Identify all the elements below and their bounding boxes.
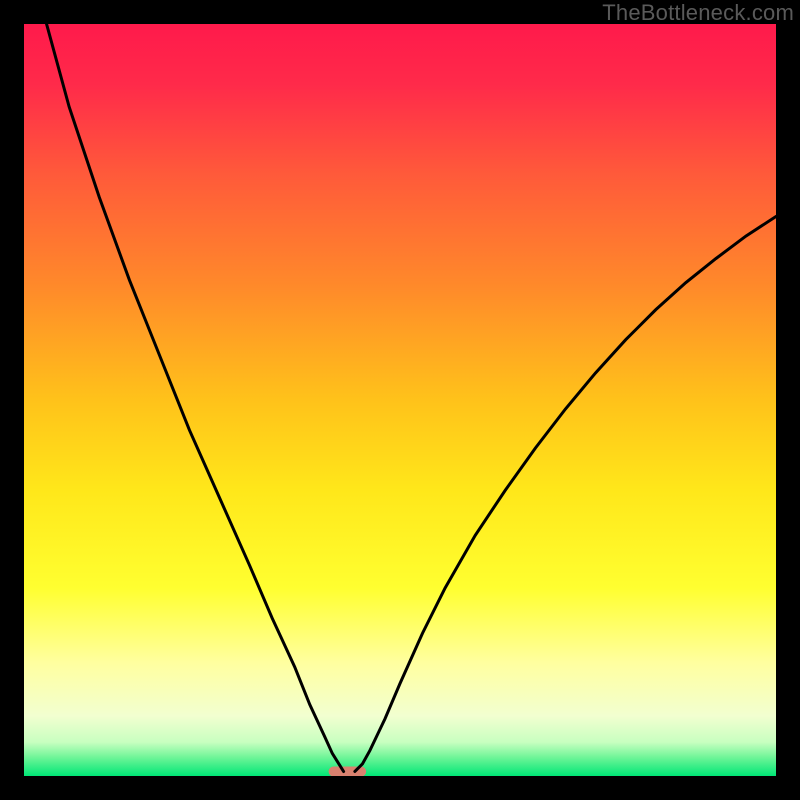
watermark-text: TheBottleneck.com [602, 0, 794, 26]
bottleneck-chart [24, 24, 776, 776]
gradient-background [24, 24, 776, 776]
plot-frame [24, 24, 776, 776]
